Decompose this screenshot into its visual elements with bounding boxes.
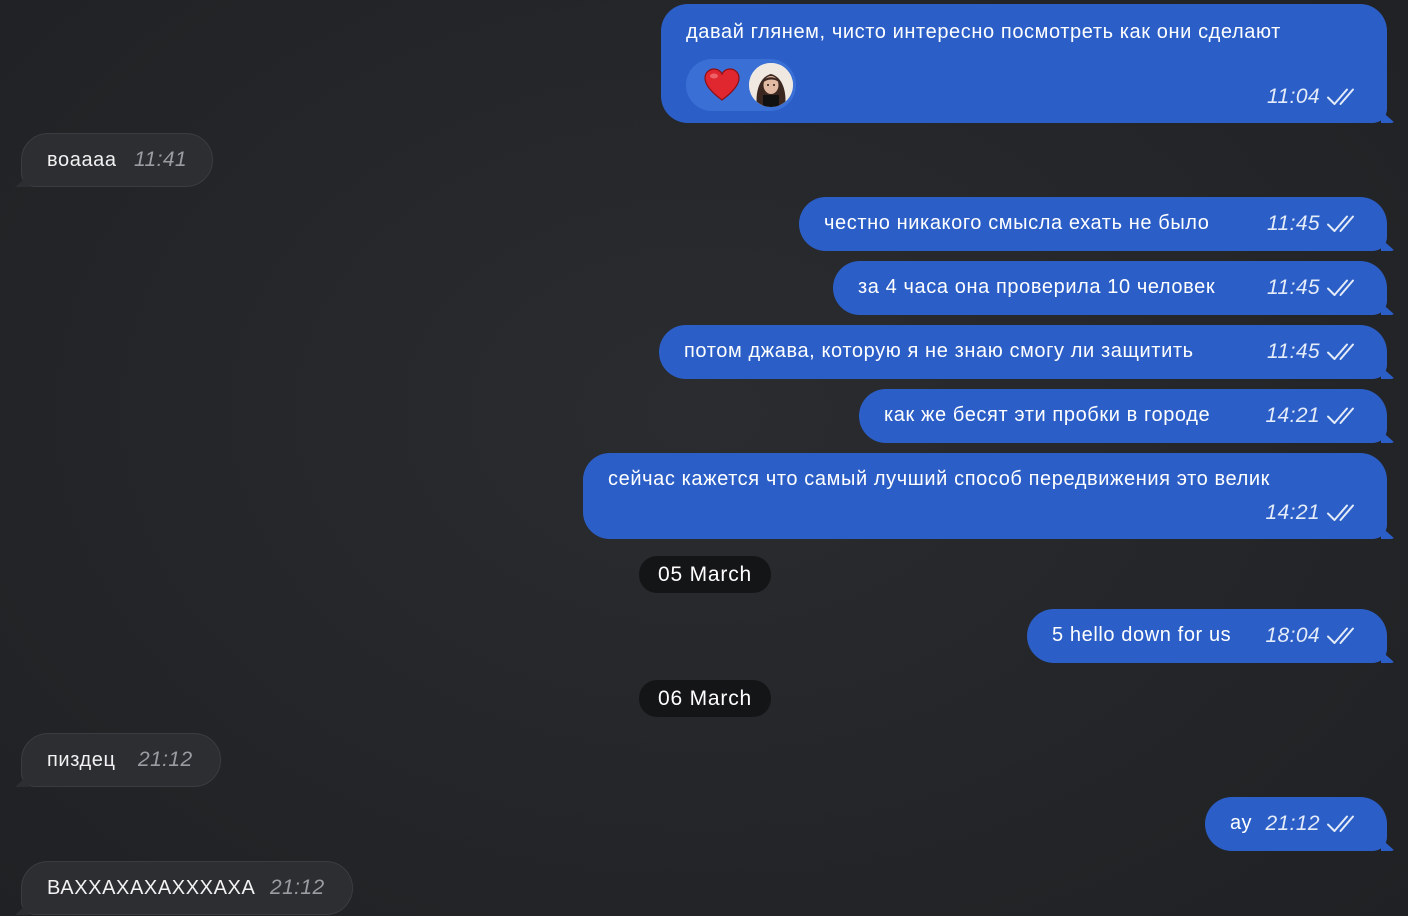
message-bubble-outgoing[interactable]: за 4 часа она проверила 10 человек 11:45 xyxy=(833,261,1387,315)
message-bubble-outgoing[interactable]: как же бесят эти пробки в городе 14:21 xyxy=(859,389,1387,443)
message-meta: 11:45 xyxy=(1267,275,1358,301)
bubble-tail xyxy=(1381,645,1401,663)
message-text: потом джава, которую я не знаю смогу ли … xyxy=(684,340,1194,362)
message-meta: 18:04 xyxy=(1265,623,1358,649)
heart-icon xyxy=(704,68,740,101)
bubble-tail xyxy=(1381,425,1401,443)
message-time: 11:41 xyxy=(134,148,187,171)
message-text: давай глянем, чисто интересно посмотреть… xyxy=(686,21,1281,43)
message-time: 11:45 xyxy=(1267,340,1320,363)
message-time: 18:04 xyxy=(1265,624,1320,647)
bubble-tail xyxy=(1381,833,1401,851)
message-bubble-outgoing[interactable]: сейчас кажется что самый лучший способ п… xyxy=(583,453,1387,539)
message-time: 14:21 xyxy=(1265,404,1320,427)
date-separator: 06 March xyxy=(639,680,771,717)
message-meta: 21:12 xyxy=(1265,811,1358,837)
avatar xyxy=(749,63,793,107)
message-text: сейчас кажется что самый лучший способ п… xyxy=(608,468,1270,490)
message-time: 14:21 xyxy=(1265,501,1320,524)
bubble-tail xyxy=(1381,521,1401,539)
message-bubble-outgoing[interactable]: потом джава, которую я не знаю смогу ли … xyxy=(659,325,1387,379)
message-meta: 11:41 xyxy=(134,147,187,173)
message-text: 5 hello down for us xyxy=(1052,624,1232,646)
message-bubble-outgoing[interactable]: давай глянем, чисто интересно посмотреть… xyxy=(661,4,1387,123)
message-text: воаааа xyxy=(47,149,117,171)
message-time: 11:04 xyxy=(1267,85,1320,108)
message-bubble-incoming[interactable]: пиздец 21:12 xyxy=(21,733,221,787)
message-time: 11:45 xyxy=(1267,276,1320,299)
read-check-icon xyxy=(1326,625,1358,647)
chat-area[interactable]: давай глянем, чисто интересно посмотреть… xyxy=(0,0,1408,916)
read-check-icon xyxy=(1326,277,1358,299)
message-meta: 21:12 xyxy=(138,747,193,773)
message-time: 11:45 xyxy=(1267,212,1320,235)
message-time: 21:12 xyxy=(270,876,325,899)
read-check-icon xyxy=(1326,341,1358,363)
message-meta: 14:21 xyxy=(1265,403,1358,429)
message-time: 21:12 xyxy=(138,748,193,771)
message-meta: 14:21 xyxy=(1265,500,1358,526)
message-bubble-outgoing[interactable]: честно никакого смысла ехать не было 11:… xyxy=(799,197,1387,251)
read-check-icon xyxy=(1326,86,1358,108)
read-check-icon xyxy=(1326,502,1358,524)
message-meta: 21:12 xyxy=(270,875,325,901)
bubble-tail xyxy=(1381,105,1401,123)
read-check-icon xyxy=(1326,405,1358,427)
message-text: ВАХХАХАХАХХХАХА xyxy=(47,877,256,899)
message-text: ау xyxy=(1230,812,1253,834)
message-bubble-incoming[interactable]: ВАХХАХАХАХХХАХА 21:12 xyxy=(21,861,353,915)
message-text: честно никакого смысла ехать не было xyxy=(824,212,1210,234)
read-check-icon xyxy=(1326,813,1358,835)
message-text: как же бесят эти пробки в городе xyxy=(884,404,1211,426)
message-time: 21:12 xyxy=(1265,812,1320,835)
message-meta: 11:45 xyxy=(1267,339,1358,365)
reaction-chip[interactable] xyxy=(686,59,796,111)
message-bubble-incoming[interactable]: воаааа 11:41 xyxy=(21,133,213,187)
bubble-tail xyxy=(9,769,29,787)
message-meta: 11:45 xyxy=(1267,211,1358,237)
bubble-tail xyxy=(1381,297,1401,315)
message-text: за 4 часа она проверила 10 человек xyxy=(858,276,1216,298)
bubble-tail xyxy=(1381,233,1401,251)
message-bubble-outgoing[interactable]: 5 hello down for us 18:04 xyxy=(1027,609,1387,663)
date-separator: 05 March xyxy=(639,556,771,593)
message-meta: 11:04 xyxy=(1267,84,1358,110)
message-bubble-outgoing[interactable]: ау 21:12 xyxy=(1205,797,1387,851)
message-text: пиздец xyxy=(47,749,116,771)
bubble-tail xyxy=(9,169,29,187)
read-check-icon xyxy=(1326,213,1358,235)
bubble-tail xyxy=(1381,361,1401,379)
bubble-tail xyxy=(9,897,29,915)
